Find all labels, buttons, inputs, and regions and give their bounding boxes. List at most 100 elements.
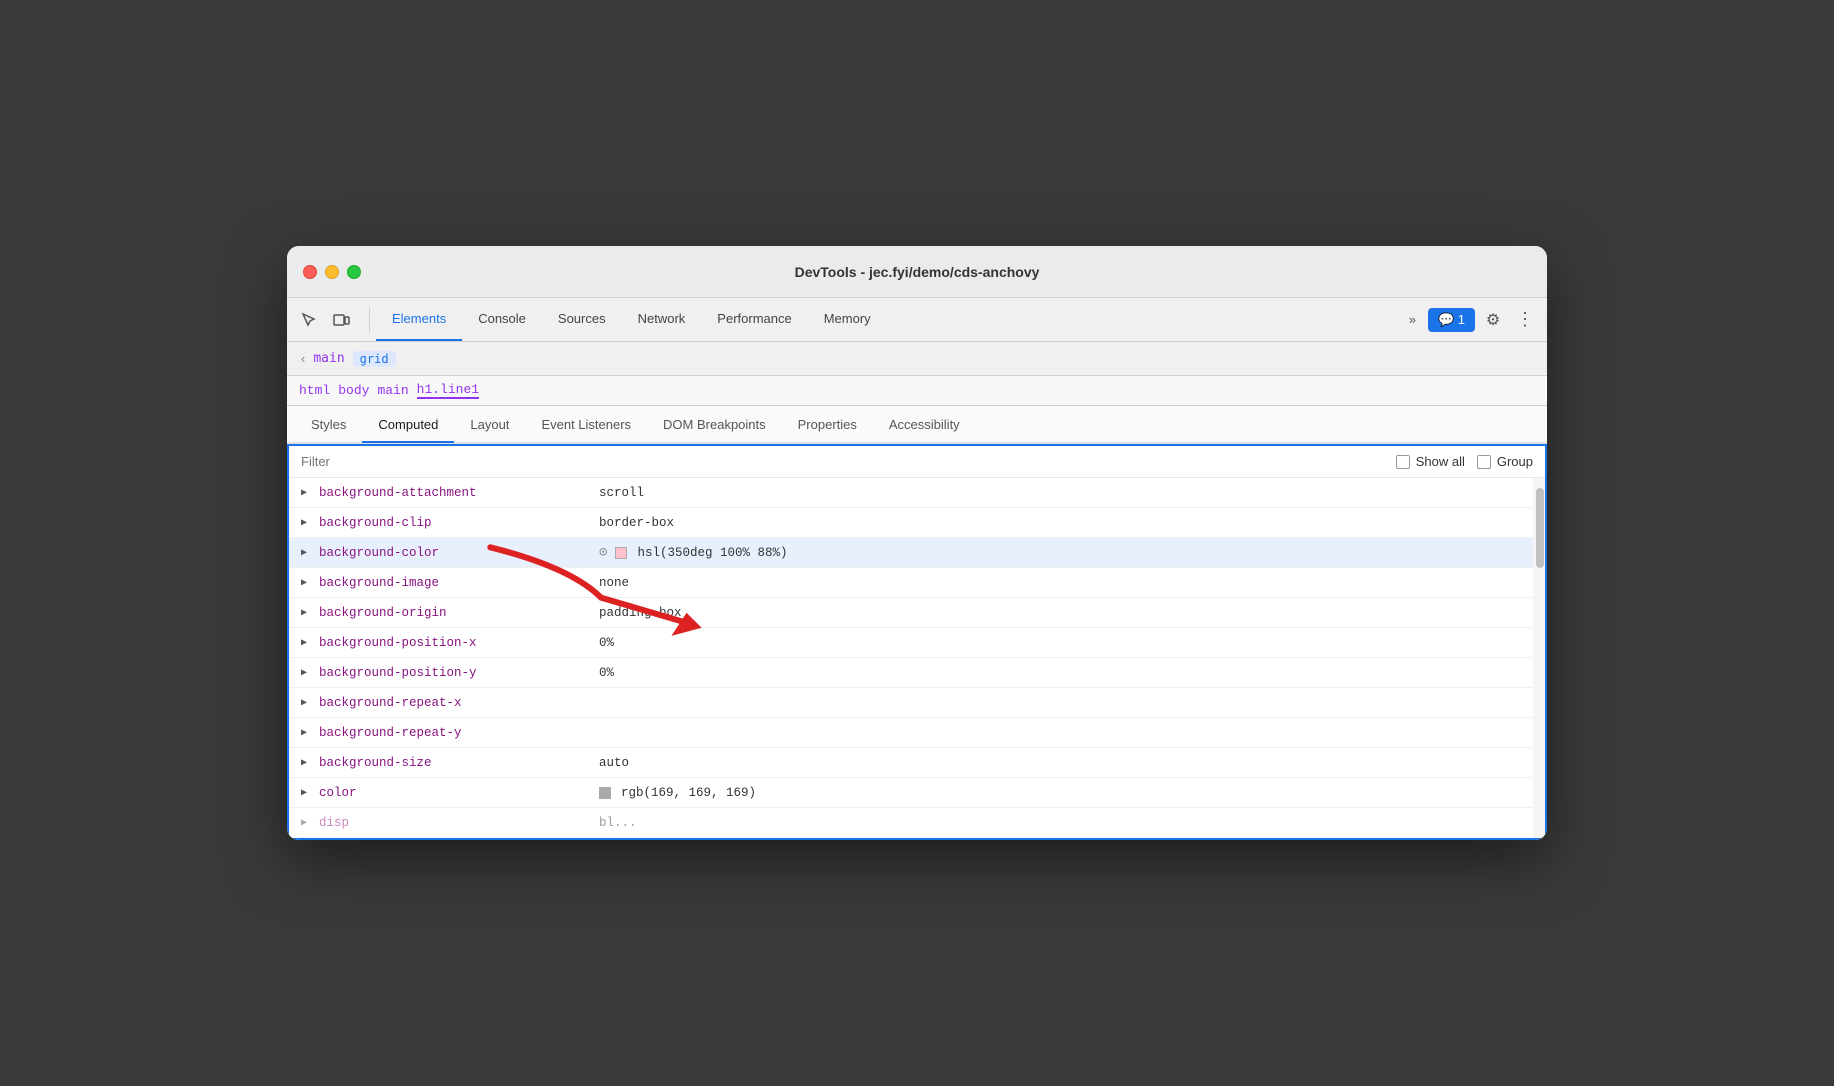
prop-background-clip: ▶ background-clip border-box xyxy=(289,508,1545,538)
path-h1[interactable]: h1.line1 xyxy=(417,382,479,399)
tab-console[interactable]: Console xyxy=(462,298,542,341)
tab-dom-breakpoints[interactable]: DOM Breakpoints xyxy=(647,407,782,443)
expand-triangle[interactable]: ▶ xyxy=(301,487,313,499)
expand-triangle[interactable]: ▶ xyxy=(301,547,313,559)
prop-background-repeat-y: ▶ background-repeat-y xyxy=(289,718,1545,748)
prop-name: background-attachment xyxy=(319,486,599,500)
prop-color: ▶ color rgb(169, 169, 169) xyxy=(289,778,1545,808)
separator xyxy=(369,308,370,332)
path-main[interactable]: main xyxy=(377,383,408,398)
traffic-lights xyxy=(303,265,361,279)
toolbar-icons xyxy=(295,306,355,334)
computed-panel: Show all Group ▶ background-attachment s… xyxy=(287,444,1547,840)
prop-name: background-color xyxy=(319,546,599,560)
expand-triangle[interactable]: ▶ xyxy=(301,787,313,799)
tabs-nav: Elements Console Sources Network Perform… xyxy=(376,298,1401,341)
breadcrumb-main[interactable]: main xyxy=(313,351,344,366)
prop-background-position-y: ▶ background-position-y 0% xyxy=(289,658,1545,688)
tab-event-listeners[interactable]: Event Listeners xyxy=(525,407,647,443)
maximize-button[interactable] xyxy=(347,265,361,279)
expand-triangle[interactable]: ▶ xyxy=(301,517,313,529)
tab-network[interactable]: Network xyxy=(622,298,702,341)
expand-triangle[interactable]: ▶ xyxy=(301,607,313,619)
prop-name: background-repeat-x xyxy=(319,696,599,710)
tab-properties[interactable]: Properties xyxy=(782,407,873,443)
filter-row: Show all Group xyxy=(289,446,1545,478)
prop-name: background-origin xyxy=(319,606,599,620)
device-toolbar-icon[interactable] xyxy=(327,306,355,334)
title-bar: DevTools - jec.fyi/demo/cds-anchovy xyxy=(287,246,1547,298)
tab-memory[interactable]: Memory xyxy=(808,298,887,341)
prop-value: 0% xyxy=(599,636,614,650)
inspect-icon[interactable] xyxy=(295,306,323,334)
tab-styles[interactable]: Styles xyxy=(295,407,362,443)
prop-value: bl... xyxy=(599,816,637,830)
toolbar-right: » 💬 1 ⚙ ⋮ xyxy=(1401,306,1539,334)
expand-triangle[interactable]: ▶ xyxy=(301,637,313,649)
minimize-button[interactable] xyxy=(325,265,339,279)
properties-content: ▶ background-attachment scroll ▶ backgro… xyxy=(289,478,1545,838)
chat-button[interactable]: 💬 1 xyxy=(1428,308,1475,332)
expand-triangle[interactable]: ▶ xyxy=(301,727,313,739)
settings-icon[interactable]: ⚙ xyxy=(1479,306,1507,334)
color-swatch[interactable] xyxy=(599,787,611,799)
prop-value: rgb(169, 169, 169) xyxy=(599,786,756,800)
devtools-window: DevTools - jec.fyi/demo/cds-anchovy Elem… xyxy=(287,246,1547,840)
prop-name: disp xyxy=(319,816,599,830)
breadcrumb-arrow: ‹ xyxy=(301,351,305,366)
tab-accessibility[interactable]: Accessibility xyxy=(873,407,976,443)
prop-name: color xyxy=(319,786,599,800)
show-all-label[interactable]: Show all xyxy=(1396,454,1465,469)
breadcrumb-grid-badge: grid xyxy=(353,351,396,367)
tab-layout[interactable]: Layout xyxy=(454,407,525,443)
path-body[interactable]: body xyxy=(338,383,369,398)
expand-triangle[interactable]: ▶ xyxy=(301,697,313,709)
tab-sources[interactable]: Sources xyxy=(542,298,622,341)
prop-display: ▶ disp bl... xyxy=(289,808,1545,838)
tab-computed[interactable]: Computed xyxy=(362,407,454,443)
prop-background-attachment: ▶ background-attachment scroll xyxy=(289,478,1545,508)
filter-input[interactable] xyxy=(301,454,1380,469)
close-button[interactable] xyxy=(303,265,317,279)
prop-value: ⊙ hsl(350deg 100% 88%) xyxy=(599,544,787,561)
filter-options: Show all Group xyxy=(1396,454,1533,469)
tab-performance[interactable]: Performance xyxy=(701,298,807,341)
prop-background-repeat-x: ▶ background-repeat-x xyxy=(289,688,1545,718)
show-all-checkbox[interactable] xyxy=(1396,455,1410,469)
prop-background-color: ▶ background-color ⊙ hsl(350deg 100% 88%… xyxy=(289,538,1545,568)
breadcrumb-row: ‹ main grid xyxy=(287,342,1547,376)
sub-tabs: Styles Computed Layout Event Listeners D… xyxy=(287,406,1547,444)
expand-triangle[interactable]: ▶ xyxy=(301,757,313,769)
more-tabs-button[interactable]: » xyxy=(1401,308,1424,331)
prop-value: padding-box xyxy=(599,606,682,620)
prop-name: background-size xyxy=(319,756,599,770)
tab-elements[interactable]: Elements xyxy=(376,298,462,341)
expand-triangle[interactable]: ▶ xyxy=(301,667,313,679)
prop-background-size: ▶ background-size auto xyxy=(289,748,1545,778)
devtools-toolbar: Elements Console Sources Network Perform… xyxy=(287,298,1547,342)
props-list: ▶ background-attachment scroll ▶ backgro… xyxy=(289,478,1545,838)
prop-value: border-box xyxy=(599,516,674,530)
prop-background-position-x: ▶ background-position-x 0% xyxy=(289,628,1545,658)
prop-value: scroll xyxy=(599,486,644,500)
scrollbar-thumb[interactable] xyxy=(1536,488,1544,568)
window-title: DevTools - jec.fyi/demo/cds-anchovy xyxy=(795,264,1040,280)
prop-background-image: ▶ background-image none xyxy=(289,568,1545,598)
expand-triangle[interactable]: ▶ xyxy=(301,577,313,589)
expand-triangle[interactable]: ▶ xyxy=(301,817,313,829)
prop-name: background-position-y xyxy=(319,666,599,680)
prop-value: none xyxy=(599,576,629,590)
prop-name: background-image xyxy=(319,576,599,590)
path-html[interactable]: html xyxy=(299,383,330,398)
more-options-icon[interactable]: ⋮ xyxy=(1511,306,1539,334)
prop-name: background-position-x xyxy=(319,636,599,650)
element-path: html body main h1.line1 xyxy=(287,376,1547,406)
prop-name: background-clip xyxy=(319,516,599,530)
prop-background-origin: ▶ background-origin padding-box xyxy=(289,598,1545,628)
color-swatch[interactable] xyxy=(615,547,627,559)
group-label[interactable]: Group xyxy=(1477,454,1533,469)
prop-value: 0% xyxy=(599,666,614,680)
prop-name: background-repeat-y xyxy=(319,726,599,740)
scrollbar-track xyxy=(1533,478,1545,838)
group-checkbox[interactable] xyxy=(1477,455,1491,469)
